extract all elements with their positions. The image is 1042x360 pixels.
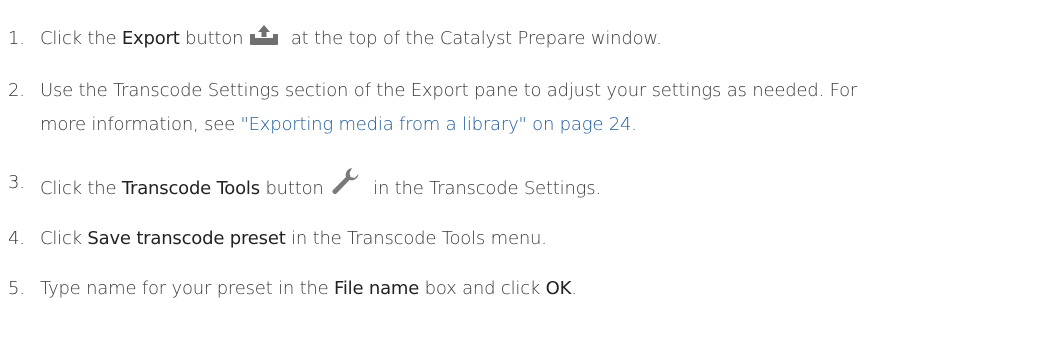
ui-term-ok: OK: [545, 278, 572, 299]
step-text: Click the Transcode Tools button in the …: [40, 166, 1030, 208]
step-1: 1. Click the Export button at the top of…: [8, 22, 1038, 56]
ui-term-save-transcode-preset: Save transcode preset: [87, 228, 286, 249]
ui-term-export: Export: [121, 28, 180, 49]
exporting-media-link[interactable]: "Exporting media from a library" on page…: [241, 114, 637, 135]
step-number: 3.: [8, 172, 25, 193]
step-5: 5. Type name for your preset in the File…: [8, 272, 1038, 306]
wrench-icon: [330, 166, 362, 208]
step-number: 5.: [8, 278, 25, 299]
step-text: Click Save transcode preset in the Trans…: [40, 228, 547, 249]
step-number: 1.: [8, 28, 25, 49]
step-text: Use the Transcode Settings section of th…: [40, 80, 858, 135]
ui-term-transcode-tools: Transcode Tools: [121, 178, 260, 199]
step-3: 3. Click the Transcode Tools button in t…: [8, 166, 1038, 200]
step-text: Click the Export button at the top of th…: [40, 22, 1030, 58]
step-number: 4.: [8, 228, 25, 249]
ui-term-file-name: File name: [334, 278, 420, 299]
export-icon: [249, 24, 279, 58]
step-text: Type name for your preset in the File na…: [40, 278, 577, 299]
step-number: 2.: [8, 80, 25, 101]
step-2: 2. Use the Transcode Settings section of…: [8, 74, 1038, 135]
step-4: 4. Click Save transcode preset in the Tr…: [8, 222, 1038, 256]
